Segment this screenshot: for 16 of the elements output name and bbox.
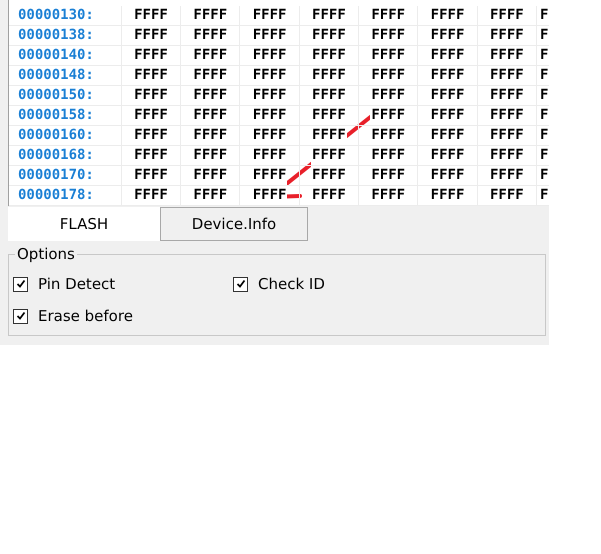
address-cell: 00000138: xyxy=(9,26,122,45)
checkbox-label: Pin Detect xyxy=(38,275,116,293)
tab[interactable]: Device.Info xyxy=(160,207,308,241)
address-cell: 00000150: xyxy=(9,86,122,105)
tab[interactable]: FLASH xyxy=(8,207,160,241)
address-cell: 00000170: xyxy=(9,166,122,185)
address-cell: 00000130: xyxy=(9,6,122,25)
address-cell: 00000140: xyxy=(9,46,122,65)
checkbox-label: Check ID xyxy=(258,275,325,293)
address-cell: 00000148: xyxy=(9,66,122,85)
address-cell: 00000168: xyxy=(9,146,122,165)
group-title: Options xyxy=(16,245,76,263)
checkbox-label: Erase before xyxy=(38,307,133,325)
address-cell: 00000158: xyxy=(9,106,122,125)
address-cell: 00000160: xyxy=(9,126,122,145)
address-cell: 00000178: xyxy=(9,186,122,205)
